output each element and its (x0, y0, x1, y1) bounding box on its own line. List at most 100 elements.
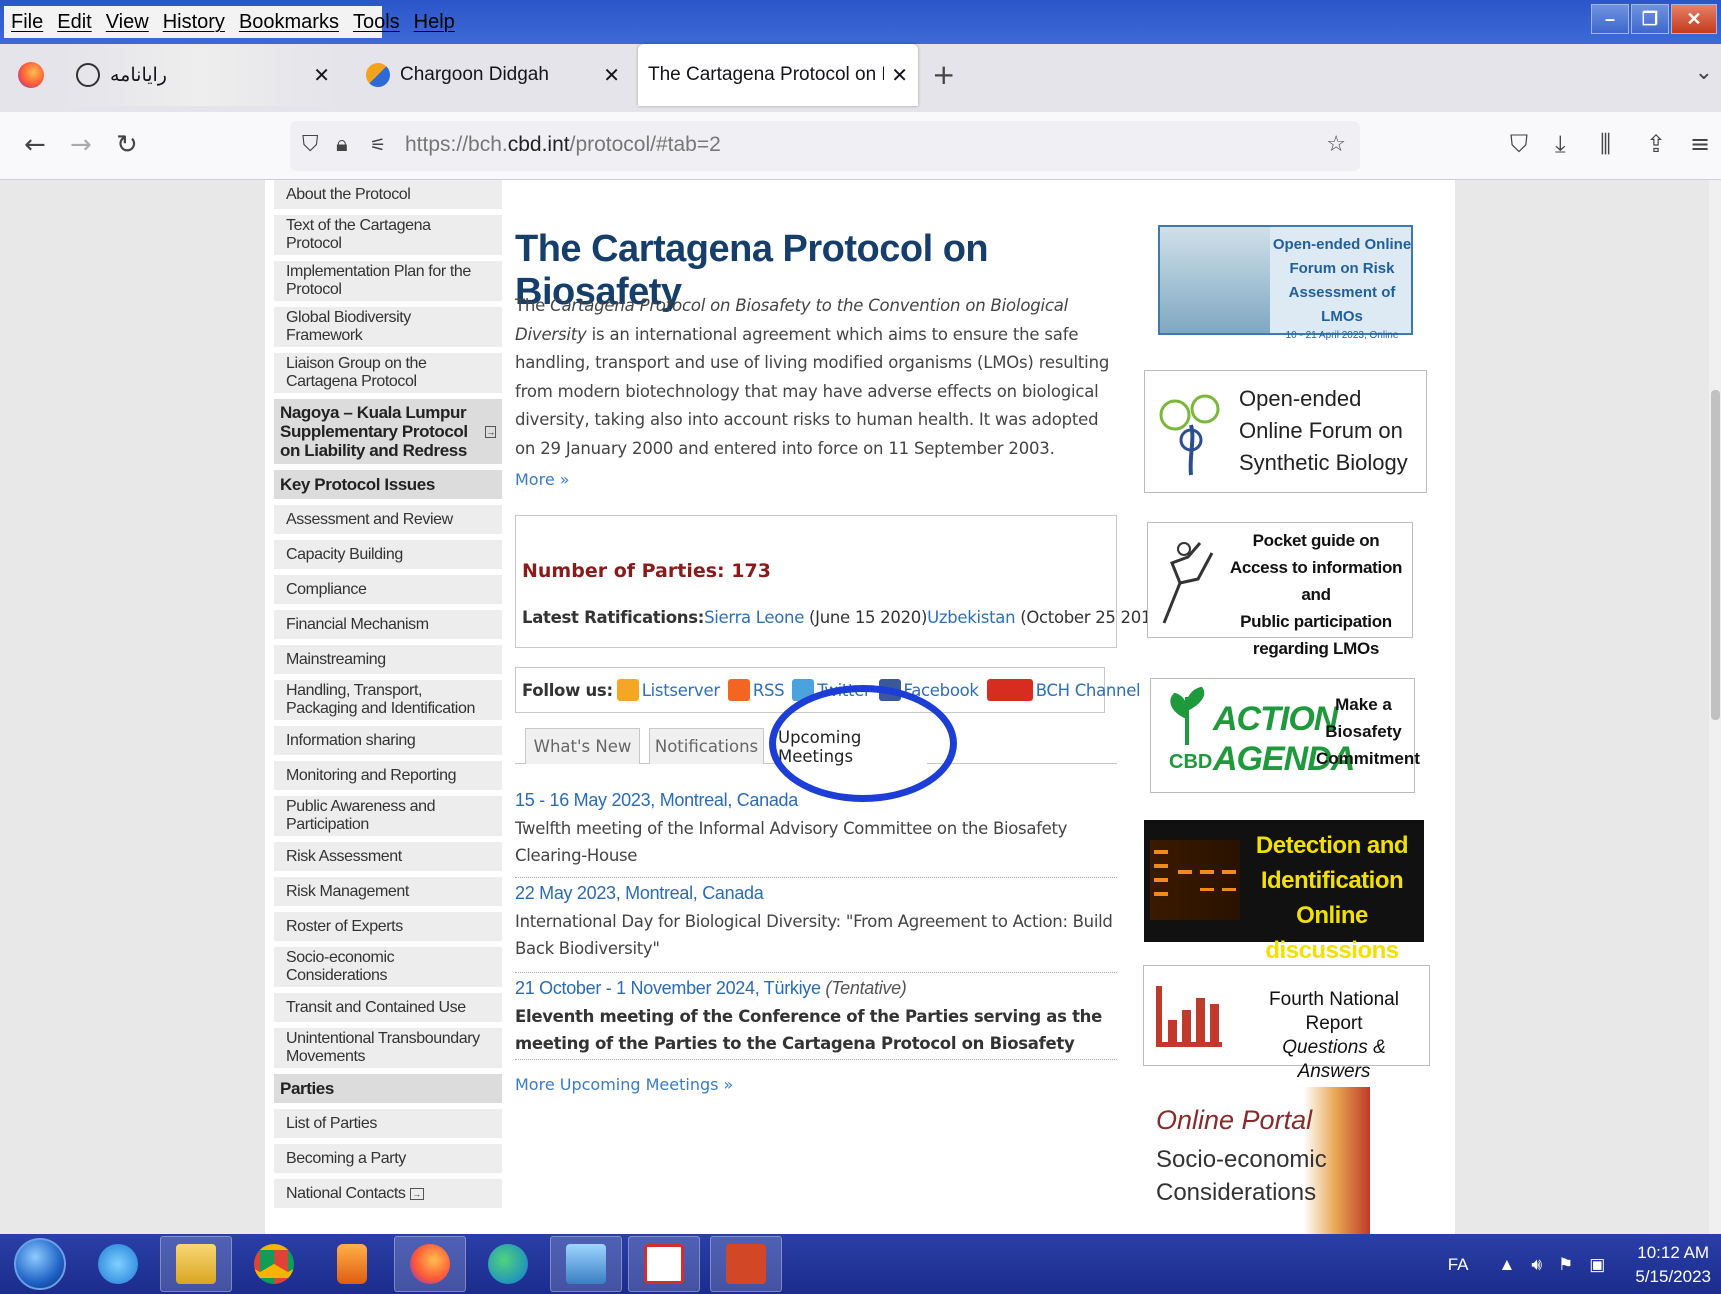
forward-icon[interactable]: → (70, 130, 92, 160)
tab-rayaname[interactable]: رایانامه ✕ (60, 44, 340, 106)
scrollbar-thumb[interactable] (1711, 390, 1720, 720)
reload-icon[interactable]: ↻ (116, 130, 138, 160)
url-text[interactable]: https://bch.cbd.int/protocol/#tab=2 (405, 133, 721, 157)
sidebar-item[interactable]: List of Parties (274, 1109, 502, 1138)
sidebar-item[interactable]: National Contacts → (274, 1179, 502, 1208)
taskbar-acrobat[interactable] (628, 1236, 700, 1292)
network-icon[interactable]: ▣ (1589, 1255, 1605, 1275)
detection-identification-banner[interactable]: Detection and Identification Online disc… (1144, 820, 1424, 964)
banner-line: Fourth National Report (1269, 989, 1399, 1034)
taskbar-ie[interactable] (82, 1236, 154, 1292)
tab-cartagena[interactable]: The Cartagena Protocol on Biosafety ✕ (638, 44, 918, 106)
sidebar-item[interactable]: Risk Management (274, 877, 502, 906)
taskbar-firefox[interactable] (394, 1236, 466, 1292)
youtube-link[interactable]: BCH Channel (986, 679, 1141, 701)
close-tab-icon[interactable]: ✕ (603, 63, 620, 88)
more-link[interactable]: More » (515, 470, 570, 489)
library-icon[interactable]: ⫼ (1600, 130, 1611, 158)
sidebar-item[interactable]: Becoming a Party (274, 1144, 502, 1173)
sidebar-item[interactable]: Risk Assessment (274, 842, 502, 871)
sidebar-heading[interactable]: Nagoya – Kuala Lumpur Supplementary Prot… (274, 399, 502, 464)
listserver-link[interactable]: Listserver (616, 679, 720, 701)
back-icon[interactable]: ← (24, 130, 46, 160)
ratif-link-uzbekistan[interactable]: Uzbekistan (927, 608, 1015, 627)
taskbar-chrome[interactable] (238, 1236, 310, 1292)
menu-edit[interactable]: Edit (50, 11, 98, 34)
menu-tools[interactable]: Tools (346, 11, 407, 34)
taskbar-powerpoint[interactable] (710, 1236, 782, 1292)
menu-history[interactable]: History (156, 11, 232, 34)
menu-bookmarks[interactable]: Bookmarks (232, 11, 346, 34)
permissions-icon[interactable]: ⚟ (370, 135, 386, 156)
sidebar-item[interactable]: Handling, Transport, Packaging and Ident… (274, 680, 502, 720)
close-tab-icon[interactable]: ✕ (313, 63, 330, 88)
more-upcoming-meetings-link[interactable]: More Upcoming Meetings » (515, 1075, 733, 1094)
rss-link[interactable]: RSS (727, 679, 785, 701)
download-icon[interactable]: ⤓ (1555, 130, 1566, 158)
sidebar-item[interactable]: Roster of Experts (274, 912, 502, 941)
meeting-date-link[interactable]: 21 October - 1 November 2024, Türkiye (T… (515, 978, 1117, 999)
sidebar-item[interactable]: Capacity Building (274, 540, 502, 569)
action-agenda-banner[interactable]: CBD ACTION AGENDA Make a Biosafety Commit… (1150, 678, 1420, 793)
menu-file[interactable]: File (4, 11, 50, 34)
new-tab-icon[interactable]: + (932, 58, 955, 91)
chevron-down-icon[interactable]: ⌄ (1695, 60, 1713, 85)
socio-economic-portal-banner[interactable]: Online Portal Socio-economic Considerati… (1148, 1087, 1370, 1234)
meeting-date-link[interactable]: 15 - 16 May 2023, Montreal, Canada (515, 790, 1117, 811)
sidebar-item-label: Risk Assessment (286, 847, 402, 865)
flag-icon[interactable]: ⚑ (1558, 1255, 1573, 1275)
vertical-scrollbar[interactable] (1709, 180, 1721, 1234)
sidebar-item-label: Key Protocol Issues (280, 475, 435, 494)
url-bar[interactable]: ⛉ 🔒︎ ⚟ https://bch.cbd.int/protocol/#tab… (290, 121, 1360, 171)
close-tab-icon[interactable]: ✕ (891, 63, 908, 88)
tray-expand-icon[interactable]: ▲ (1499, 1255, 1516, 1275)
taskbar-media[interactable] (316, 1236, 388, 1292)
taskbar-edge[interactable] (472, 1236, 544, 1292)
sidebar-item[interactable]: Global Biodiversity Framework (274, 307, 502, 347)
taskbar-explorer[interactable] (160, 1236, 232, 1292)
sidebar-item[interactable]: About the Protocol (274, 180, 502, 209)
parties-label: Number of Parties: (522, 560, 732, 582)
tab-notifications[interactable]: Notifications (649, 728, 764, 764)
sidebar-item[interactable]: Public Awareness and Participation (274, 796, 502, 836)
hamburger-menu-icon[interactable]: ≡ (1690, 130, 1710, 158)
menu-help[interactable]: Help (407, 11, 462, 34)
tab-chargoon[interactable]: Chargoon Didgah ✕ (350, 44, 630, 106)
sidebar-item[interactable]: Financial Mechanism (274, 610, 502, 639)
shield-icon[interactable]: ⛉ (302, 132, 319, 157)
sidebar-item[interactable]: Liaison Group on the Cartagena Protocol (274, 353, 502, 393)
sidebar-item-label: Text of the Cartagena Protocol (286, 217, 431, 252)
language-indicator[interactable]: FA (1448, 1255, 1469, 1275)
sidebar-item[interactable]: Compliance (274, 575, 502, 604)
fourth-national-report-banner[interactable]: Fourth National Report Questions & Answe… (1143, 965, 1430, 1082)
sidebar-item[interactable]: Information sharing (274, 726, 502, 755)
taskbar-photo[interactable] (550, 1236, 622, 1292)
synthetic-biology-banner[interactable]: Open-ended Online Forum on Synthetic Bio… (1144, 370, 1427, 493)
lock-icon[interactable]: 🔒︎ (336, 132, 348, 157)
star-icon[interactable]: ☆ (1326, 132, 1346, 157)
meeting-date-link[interactable]: 22 May 2023, Montreal, Canada (515, 883, 1117, 904)
sidebar-item[interactable]: Text of the Cartagena Protocol (274, 215, 502, 255)
risk-assessment-forum-banner[interactable]: Open-ended Online Forum on Risk Assessme… (1158, 225, 1413, 341)
banner-subline: 10 - 21 April 2023, Online (1285, 330, 1399, 341)
start-button-icon[interactable] (14, 1238, 66, 1290)
clock[interactable]: 10:12 AM 5/15/2023 (1635, 1241, 1711, 1289)
share-icon[interactable]: ⇪ (1646, 130, 1666, 158)
minimize-button[interactable]: – (1591, 4, 1629, 34)
pocket-icon[interactable]: ⛉ (1510, 130, 1528, 158)
sidebar-item[interactable]: Monitoring and Reporting (274, 761, 502, 790)
sidebar-item[interactable]: Mainstreaming (274, 645, 502, 674)
sidebar-item[interactable]: Assessment and Review (274, 505, 502, 534)
sidebar-item[interactable]: Socio-economic Considerations (274, 947, 502, 987)
firefox-view-icon[interactable] (18, 62, 44, 88)
restore-button[interactable]: ❐ (1631, 4, 1669, 34)
sidebar-item[interactable]: Implementation Plan for the Protocol (274, 261, 502, 301)
ratif-link-sierra-leone[interactable]: Sierra Leone (704, 608, 804, 627)
volume-icon[interactable]: 🔊︎ (1531, 1255, 1542, 1275)
menu-view[interactable]: View (99, 11, 156, 34)
sidebar-item[interactable]: Unintentional Transboundary Movements (274, 1028, 502, 1068)
close-window-button[interactable]: ✕ (1671, 4, 1717, 34)
tab-whats-new[interactable]: What's New (525, 728, 640, 764)
sidebar-item[interactable]: Transit and Contained Use (274, 993, 502, 1022)
pocket-guide-banner[interactable]: Pocket guide on Access to information an… (1147, 522, 1413, 658)
